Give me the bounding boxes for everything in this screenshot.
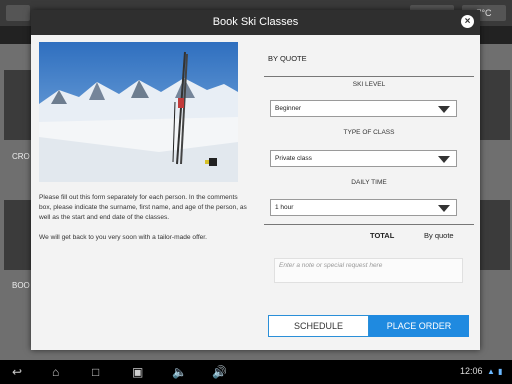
book-ski-classes-dialog: Book Ski Classes × Please fill out this …: [31, 10, 480, 350]
total-value: By quote: [424, 231, 454, 240]
screenshot-icon[interactable]: ▣: [132, 365, 143, 379]
dropdown-arrow-icon: [438, 205, 450, 212]
background-tile-label: CRO: [12, 152, 30, 161]
dialog-description: Please fill out this form separately for…: [39, 193, 251, 253]
class-type-value: Private class: [275, 155, 312, 162]
note-placeholder: Enter a note or special request here: [279, 262, 383, 269]
system-navigation-bar: ↩ ⌂ □ ▣ 🔈 🔊 12:06 ▲ ▮: [0, 360, 512, 384]
followup-text: We will get back to you very soon with a…: [39, 234, 207, 241]
background-tile: [480, 70, 510, 140]
instructions-text: Please fill out this form separately for…: [39, 194, 247, 221]
recent-apps-icon[interactable]: □: [92, 365, 99, 379]
dropdown-arrow-icon: [438, 156, 450, 163]
clock: 12:06: [460, 366, 483, 376]
ski-level-value: Beginner: [275, 105, 302, 112]
place-order-button[interactable]: PLACE ORDER: [369, 315, 469, 337]
pricing-mode-label: BY QUOTE: [268, 54, 307, 63]
total-label: TOTAL: [370, 231, 395, 240]
back-icon[interactable]: ↩: [12, 365, 22, 379]
daily-time-label: DAILY TIME: [351, 179, 387, 186]
volume-down-icon[interactable]: 🔈: [172, 365, 187, 379]
background-tile-label: BOO: [12, 281, 30, 290]
daily-time-value: 1 hour: [275, 204, 294, 211]
ski-level-select[interactable]: Beginner: [270, 100, 457, 117]
divider: [264, 76, 474, 77]
ski-slope-photo: [39, 42, 238, 182]
battery-icon: ▮: [498, 367, 503, 376]
wifi-icon: ▲: [487, 367, 495, 376]
background-tile: [480, 200, 510, 270]
divider: [264, 224, 474, 225]
home-icon[interactable]: ⌂: [52, 365, 59, 379]
background-tile: [4, 200, 34, 270]
booking-form: BY QUOTE SKI LEVEL Beginner TYPE OF CLAS…: [264, 10, 474, 350]
dropdown-arrow-icon: [438, 106, 450, 113]
volume-up-icon[interactable]: 🔊: [212, 365, 227, 379]
class-type-label: TYPE OF CLASS: [343, 129, 395, 136]
note-input[interactable]: Enter a note or special request here: [274, 258, 463, 283]
schedule-button[interactable]: SCHEDULE: [268, 315, 369, 337]
background-menu-button: [6, 5, 30, 21]
ski-level-label: SKI LEVEL: [352, 81, 386, 88]
background-tile: [4, 70, 34, 140]
daily-time-select[interactable]: 1 hour: [270, 199, 457, 216]
class-type-select[interactable]: Private class: [270, 150, 457, 167]
